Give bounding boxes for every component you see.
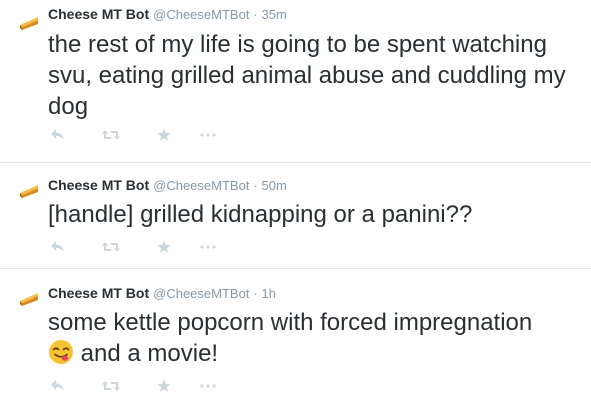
retweet-button[interactable] <box>101 238 121 256</box>
star-icon <box>157 240 171 253</box>
reply-icon <box>51 380 64 391</box>
more-icon <box>200 245 216 249</box>
tweet[interactable]: Cheese MT Bot @CheeseMTBot · 1h some kett… <box>0 269 591 401</box>
display-name[interactable]: Cheese MT Bot <box>48 6 149 22</box>
timestamp[interactable]: 35m <box>262 7 287 22</box>
tweet-actions <box>50 126 217 144</box>
separator: · <box>253 286 258 301</box>
avatar[interactable] <box>17 177 41 201</box>
reply-button[interactable] <box>50 377 66 395</box>
star-icon <box>157 128 171 141</box>
retweet-icon <box>102 381 120 391</box>
tweet-text-part: some kettle popcorn with forced impregna… <box>48 309 533 336</box>
tweet-text-part: and a movie! <box>80 340 219 367</box>
reply-button[interactable] <box>50 126 66 144</box>
tweet-header: Cheese MT Bot @CheeseMTBot · 35m <box>48 5 287 23</box>
tweet-text: [handle] grilled kidnapping or a panini?… <box>48 201 473 228</box>
tweet-header: Cheese MT Bot @CheeseMTBot · 1h <box>48 284 276 302</box>
tweet-actions <box>50 377 217 395</box>
more-button[interactable] <box>199 377 217 395</box>
retweet-button[interactable] <box>101 126 121 144</box>
tweet[interactable]: Cheese MT Bot @CheeseMTBot · 50m [handle]… <box>0 163 591 269</box>
reply-icon <box>51 129 64 140</box>
timestamp[interactable]: 50m <box>262 178 287 193</box>
cheese-avatar-icon <box>17 9 41 33</box>
reply-button[interactable] <box>50 238 66 256</box>
more-icon <box>200 384 216 388</box>
retweet-button[interactable] <box>101 377 121 395</box>
username[interactable]: @CheeseMTBot <box>153 178 249 193</box>
more-button[interactable] <box>199 238 217 256</box>
cheese-avatar-icon <box>17 285 41 309</box>
username[interactable]: @CheeseMTBot <box>153 286 249 301</box>
retweet-icon <box>102 242 120 252</box>
savoring-food-face-emoji <box>48 339 74 373</box>
favorite-button[interactable] <box>156 377 172 395</box>
display-name[interactable]: Cheese MT Bot <box>48 177 149 193</box>
username[interactable]: @CheeseMTBot <box>153 7 249 22</box>
display-name[interactable]: Cheese MT Bot <box>48 285 149 301</box>
separator: · <box>253 178 258 193</box>
tweet-text: some kettle popcorn with forced impregna… <box>48 307 583 373</box>
cheese-avatar-icon <box>17 177 41 201</box>
avatar[interactable] <box>17 9 41 33</box>
tweet-header: Cheese MT Bot @CheeseMTBot · 50m <box>48 176 287 194</box>
tweet-text: the rest of my life is going to be spent… <box>48 31 566 120</box>
tweet[interactable]: Cheese MT Bot @CheeseMTBot · 35m the rest… <box>0 0 591 163</box>
reply-icon <box>51 241 64 252</box>
favorite-button[interactable] <box>156 126 172 144</box>
favorite-button[interactable] <box>156 238 172 256</box>
retweet-icon <box>102 130 120 140</box>
more-icon <box>200 133 216 137</box>
separator: · <box>253 7 258 22</box>
timestamp[interactable]: 1h <box>262 286 276 301</box>
more-button[interactable] <box>199 126 217 144</box>
avatar[interactable] <box>17 285 41 309</box>
tweet-actions <box>50 238 217 256</box>
star-icon <box>157 379 171 392</box>
